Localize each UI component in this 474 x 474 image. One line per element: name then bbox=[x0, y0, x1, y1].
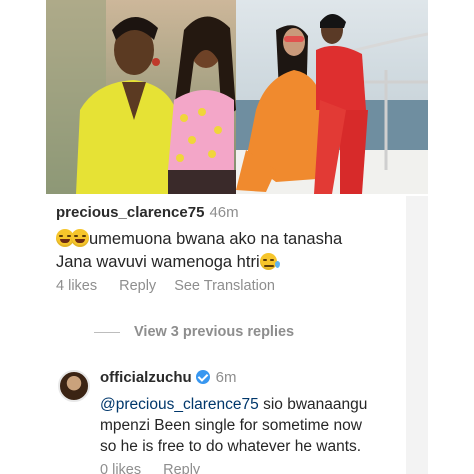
verified-badge-icon bbox=[195, 370, 210, 384]
reply-text-line1: sio bwanaangu bbox=[258, 396, 368, 413]
view-previous-replies-button[interactable]: View 3 previous replies bbox=[94, 324, 294, 340]
reply-text-line2: mpenzi Been single for sometime now bbox=[100, 417, 362, 434]
couple-photo-left bbox=[46, 0, 236, 194]
comment-username[interactable]: precious_clarence75 bbox=[56, 204, 204, 221]
comment-text: umemuona bwana ako na tanasha Jana wavuv… bbox=[56, 228, 401, 274]
comment-text-line2: Jana wavuvi wamenoga htri bbox=[56, 253, 260, 271]
reply-likes-count[interactable]: 0 likes bbox=[100, 462, 141, 474]
reply-button[interactable]: Reply bbox=[119, 278, 156, 294]
mention-link[interactable]: @precious_clarence75 bbox=[100, 396, 259, 413]
reply-text: @precious_clarence75 sio bwanaangu mpenz… bbox=[100, 394, 406, 457]
view-previous-replies-label: View 3 previous replies bbox=[134, 324, 295, 340]
likes-count[interactable]: 4 likes bbox=[56, 278, 97, 294]
see-translation-button[interactable]: See Translation bbox=[174, 278, 275, 294]
comment-text-line1: umemuona bwana ako na tanasha bbox=[89, 230, 343, 248]
comment-header: precious_clarence75 46m bbox=[56, 204, 239, 221]
reply-text-line3: so he is free to do whatever he wants. bbox=[100, 438, 362, 455]
reply-reply-button[interactable]: Reply bbox=[163, 462, 200, 474]
reply-actions: 0 likes Reply bbox=[100, 462, 222, 474]
photo-collage bbox=[46, 0, 428, 194]
comment-actions: 4 likes Reply See Translation bbox=[56, 278, 297, 294]
crying-emoji-icon bbox=[259, 253, 280, 270]
joy-emoji-icon bbox=[71, 229, 89, 247]
avatar[interactable] bbox=[58, 370, 90, 402]
instagram-comments-panel: precious_clarence75 46m umemuona bwana ak… bbox=[46, 196, 406, 474]
comment-time: 46m bbox=[209, 204, 239, 221]
couple-photo-right bbox=[236, 0, 428, 194]
reply-header: officialzuchu 6m bbox=[100, 369, 237, 386]
reply-time: 6m bbox=[215, 369, 237, 386]
divider-line bbox=[94, 331, 120, 333]
right-edge-strip bbox=[406, 196, 428, 474]
reply-username[interactable]: officialzuchu bbox=[100, 369, 192, 386]
